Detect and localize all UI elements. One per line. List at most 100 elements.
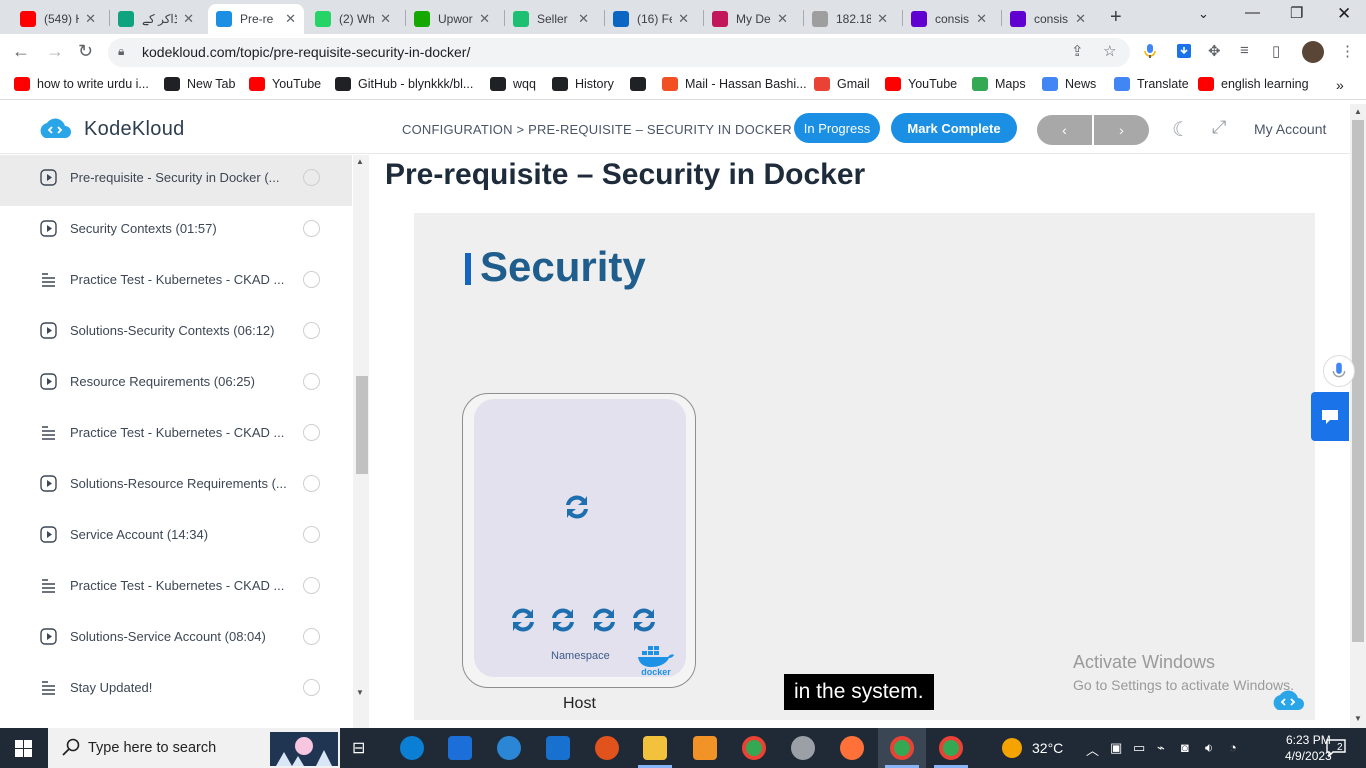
close-tab-icon[interactable]: ✕ [777,11,788,27]
kodekloud-logo-text[interactable]: KodeKloud [84,118,185,141]
previous-lesson-button[interactable]: ‹ [1037,115,1092,145]
store-icon[interactable] [448,736,472,760]
windows-start-icon[interactable] [15,740,32,757]
edge-icon[interactable] [400,736,424,760]
monitor-icon[interactable]: ▭ [1133,740,1145,756]
bookmark-item[interactable]: YouTube [249,77,321,91]
next-lesson-button[interactable]: › [1094,115,1149,145]
completion-circle-icon[interactable] [303,169,320,186]
firefox-icon[interactable] [840,736,864,760]
completion-circle-icon[interactable] [303,679,320,696]
side-panel-icon[interactable]: ▯ [1272,42,1280,60]
voice-input-float-button[interactable] [1323,355,1355,387]
close-tab-icon[interactable]: ✕ [678,11,689,27]
bookmark-item[interactable]: english learning [1198,77,1309,91]
sidebar-scroll-up-icon[interactable]: ▲ [356,157,364,166]
close-tab-icon[interactable]: ✕ [85,11,96,27]
close-tab-icon[interactable]: ✕ [285,11,296,27]
browser-tab[interactable]: Seller ✕ [505,4,597,34]
completion-circle-icon[interactable] [303,628,320,645]
chrome-profile-h-icon[interactable] [939,736,963,760]
file-explorer-icon[interactable] [643,736,667,760]
bookmark-item[interactable]: YouTube [885,77,957,91]
bookmark-star-icon[interactable]: ☆ [1103,42,1116,60]
reload-icon[interactable]: ↻ [78,41,93,62]
usb-icon[interactable]: ⌁ [1157,740,1165,756]
fullscreen-icon[interactable]: ⤢ [1212,117,1226,138]
lesson-item[interactable]: Solutions-Resource Requirements (... [0,461,352,512]
completion-circle-icon[interactable] [303,271,320,288]
bookmark-item[interactable]: Translate [1114,77,1189,91]
camera-app-icon[interactable] [791,736,815,760]
completion-circle-icon[interactable] [303,373,320,390]
browser-tab[interactable]: 182.18 ✕ [804,4,896,34]
browser-tab[interactable]: (16) Fe ✕ [605,4,697,34]
lesson-item[interactable]: Stay Updated! [0,665,352,716]
close-tab-icon[interactable]: ✕ [183,11,194,27]
close-tab-icon[interactable]: ✕ [479,11,490,27]
network-drive-icon[interactable]: ▣ [1110,740,1122,756]
completion-circle-icon[interactable] [303,577,320,594]
forward-icon[interactable]: → [46,41,64,62]
lesson-item[interactable]: Service Account (14:34) [0,512,352,563]
bookmark-item[interactable]: News [1042,77,1096,91]
breadcrumb[interactable]: CONFIGURATION > PRE-REQUISITE – SECURITY… [402,122,792,137]
more-bookmarks-icon[interactable]: » [1336,77,1344,93]
close-tab-icon[interactable]: ✕ [1075,11,1086,27]
chrome-icon[interactable] [742,736,766,760]
browser-tab[interactable]: consis ✕ [1002,4,1094,34]
lock-icon[interactable]: 🔒︎ [118,44,124,59]
browser-tab[interactable]: My De ✕ [704,4,796,34]
bookmark-item[interactable]: New Tab [164,77,235,91]
tab-search-icon[interactable]: ⌄ [1198,6,1209,22]
lesson-item[interactable]: Solutions-Service Account (08:04) [0,614,352,665]
sidebar-scroll-thumb[interactable] [356,376,368,474]
completion-circle-icon[interactable] [303,424,320,441]
lesson-item[interactable]: Solutions-Security Contexts (06:12) [0,308,352,359]
close-window-icon[interactable]: ✕ [1337,4,1351,24]
bookmark-item[interactable]: Mail - Hassan Bashi... [662,77,807,91]
download-extension-icon[interactable] [1176,43,1192,59]
chrome-profile-icon[interactable] [890,736,914,760]
kodekloud-logo-icon[interactable] [35,116,75,142]
settings-app-icon[interactable] [693,736,717,760]
mic-extension-icon[interactable] [1142,43,1158,59]
bookmark-item[interactable]: Gmail [814,77,870,91]
video-player[interactable]: Security Namespace docker Host [414,213,1315,720]
close-tab-icon[interactable]: ✕ [380,11,391,27]
bookmark-item[interactable]: how to write urdu i... [14,77,149,91]
bookmark-item[interactable]: wqq [490,77,536,91]
browser-tab[interactable]: ڈاکر کے ✕ [110,4,202,34]
skype-icon[interactable] [497,736,521,760]
media-queue-icon[interactable]: ≡ [1240,42,1249,59]
lesson-item[interactable]: Practice Test - Kubernetes - CKAD ... [0,563,352,614]
browser-tab[interactable]: Pre-re ✕ [208,4,304,34]
page-scroll-down-icon[interactable]: ▼ [1354,714,1362,723]
volume-icon[interactable]: 🔉︎ [1205,740,1213,756]
close-tab-icon[interactable]: ✕ [877,11,888,27]
app-icon[interactable] [595,736,619,760]
extensions-icon[interactable]: ✥ [1208,42,1221,60]
browser-tab[interactable]: consis ✕ [903,4,995,34]
page-scroll-up-icon[interactable]: ▲ [1354,107,1362,116]
bookmark-item[interactable] [630,77,653,91]
url-text[interactable]: kodekloud.com/topic/pre-requisite-securi… [142,44,470,60]
completion-circle-icon[interactable] [303,220,320,237]
close-tab-icon[interactable]: ✕ [578,11,589,27]
lesson-item[interactable]: Practice Test - Kubernetes - CKAD ... [0,410,352,461]
back-icon[interactable]: ← [12,41,30,62]
completion-circle-icon[interactable] [303,475,320,492]
bookmark-item[interactable]: GitHub - blynkkk/bl... [335,77,473,91]
browser-tab[interactable]: (549) H ✕ [12,4,104,34]
browser-tab[interactable]: (2) Wh ✕ [307,4,399,34]
kodekloud-badge-icon[interactable] [1268,688,1308,714]
my-account-link[interactable]: My Account [1254,121,1326,137]
chrome-menu-icon[interactable]: ⋮ [1340,42,1355,60]
close-tab-icon[interactable]: ✕ [976,11,987,27]
lesson-item[interactable]: Practice Test - Kubernetes - CKAD ... [0,257,352,308]
dark-mode-icon[interactable]: ☾ [1172,117,1190,142]
share-icon[interactable]: ⇪ [1071,42,1084,60]
weather-temperature[interactable]: 32°C [1032,740,1063,756]
minimize-icon[interactable]: — [1245,4,1260,21]
completion-circle-icon[interactable] [303,322,320,339]
